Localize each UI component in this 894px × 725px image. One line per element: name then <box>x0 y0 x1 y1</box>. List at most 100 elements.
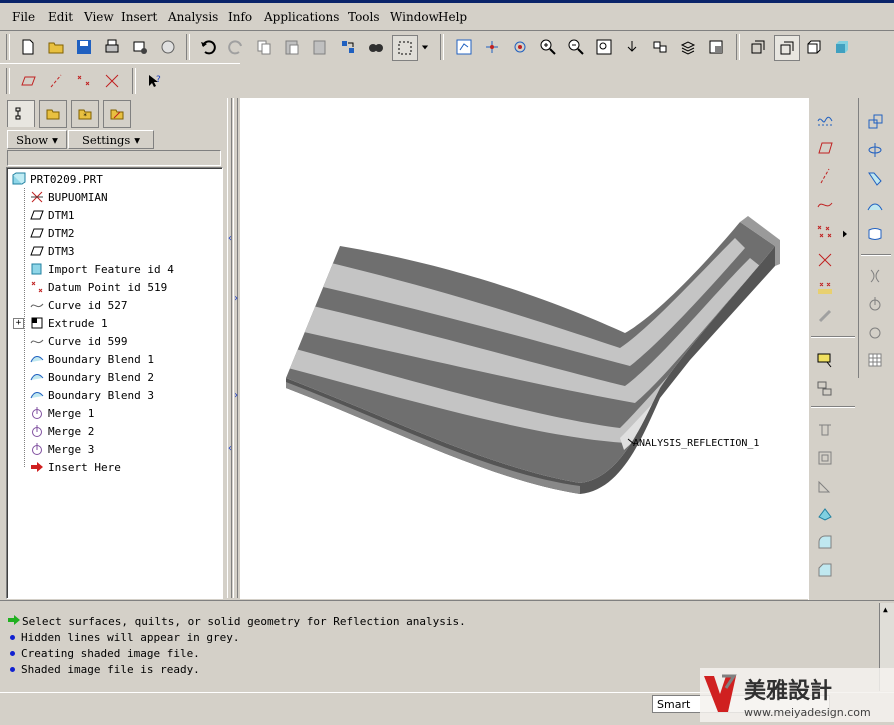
open-folder-icon[interactable] <box>44 35 68 59</box>
axis-display-icon[interactable] <box>44 69 68 93</box>
menu-tools[interactable]: Tools <box>348 10 380 24</box>
refit-icon[interactable] <box>592 35 616 59</box>
tree-node[interactable]: Curve id 527 <box>29 296 127 314</box>
revolve-icon[interactable] <box>863 138 887 162</box>
folder-browser-tab[interactable] <box>39 100 67 128</box>
tree-node[interactable]: Datum Point id 519 <box>29 278 167 296</box>
selection-box-icon[interactable] <box>392 35 418 61</box>
expand-right-icon[interactable]: › <box>233 390 239 401</box>
reorient-icon[interactable] <box>620 35 644 59</box>
spin-center-icon[interactable] <box>480 35 504 59</box>
find-icon[interactable] <box>364 35 388 59</box>
undo-icon[interactable] <box>196 35 220 59</box>
model-tree-tab[interactable] <box>7 100 35 127</box>
repaint-icon[interactable] <box>452 35 476 59</box>
menu-info[interactable]: Info <box>228 10 252 24</box>
tree-node[interactable]: DTM2 <box>29 224 75 242</box>
analysis-feature-icon[interactable] <box>813 276 837 300</box>
copy-icon[interactable] <box>252 35 276 59</box>
tree-root[interactable]: PRT0209.PRT <box>11 170 103 188</box>
merge-tool-icon[interactable] <box>863 292 887 316</box>
context-help-icon[interactable]: ? <box>142 69 166 93</box>
trim-icon[interactable] <box>863 264 887 288</box>
menu-help[interactable]: Help <box>438 10 467 24</box>
analysis-annotation[interactable]: ANALYSIS_REFLECTION_1 <box>633 438 759 449</box>
orient-mode-icon[interactable] <box>508 35 532 59</box>
rib-icon[interactable] <box>813 474 837 498</box>
menu-file[interactable]: File <box>12 10 35 24</box>
new-file-icon[interactable] <box>16 35 40 59</box>
no-hidden-icon[interactable] <box>802 35 826 59</box>
redo-icon[interactable] <box>224 35 248 59</box>
tree-node[interactable]: Insert Here <box>29 458 121 476</box>
hidden-line-icon[interactable] <box>774 35 800 61</box>
tree-node[interactable]: BUPUOMIAN <box>29 188 108 206</box>
tree-node[interactable]: DTM3 <box>29 242 75 260</box>
regenerate-icon[interactable] <box>336 35 360 59</box>
expand-plus-icon[interactable]: + <box>13 317 24 329</box>
menu-edit[interactable]: Edit <box>48 10 73 24</box>
tree-node[interactable]: Boundary Blend 3 <box>29 386 154 404</box>
send-link-icon[interactable] <box>156 35 180 59</box>
layers-icon[interactable] <box>676 35 700 59</box>
paste-icon[interactable] <box>280 35 304 59</box>
chevron-right-icon[interactable] <box>839 222 851 246</box>
round-icon[interactable] <box>813 530 837 554</box>
mirror-icon[interactable] <box>863 110 887 134</box>
collapse-left-icon[interactable]: ‹ <box>227 233 233 244</box>
table-icon[interactable] <box>863 348 887 372</box>
draft-icon[interactable] <box>813 502 837 526</box>
move-feature-icon[interactable] <box>813 376 837 400</box>
menu-analysis[interactable]: Analysis <box>168 10 218 24</box>
sketched-datum-curve-icon[interactable] <box>813 108 837 132</box>
tree-node[interactable]: Curve id 599 <box>29 332 127 350</box>
boundary-blend-tool-icon[interactable] <box>863 222 887 246</box>
menu-applications[interactable]: Applications <box>264 10 339 24</box>
point-display-icon[interactable] <box>72 69 96 93</box>
datum-axis-tool-icon[interactable] <box>813 164 837 188</box>
collapse-left-icon[interactable]: ‹ <box>227 443 233 454</box>
tree-node[interactable]: Boundary Blend 1 <box>29 350 154 368</box>
tree-node[interactable]: Merge 3 <box>29 440 94 458</box>
show-menu-button[interactable]: Show ▾ <box>7 130 67 149</box>
zoom-in-icon[interactable] <box>536 35 560 59</box>
tree-node[interactable]: Boundary Blend 2 <box>29 368 154 386</box>
extend-icon[interactable] <box>863 320 887 344</box>
print-icon[interactable] <box>100 35 124 59</box>
sweep-icon[interactable] <box>863 166 887 190</box>
connections-tab[interactable] <box>103 100 131 128</box>
shading-icon[interactable] <box>830 35 854 59</box>
tree-node[interactable]: + Extrude 1 <box>13 314 108 332</box>
favorites-tab[interactable]: * <box>71 100 99 128</box>
chevron-down-icon[interactable] <box>418 35 432 59</box>
csys-display-icon[interactable] <box>100 69 124 93</box>
shell-icon[interactable] <box>813 446 837 470</box>
panel-splitter[interactable]: ‹ › › ‹ <box>225 98 239 598</box>
send-mail-icon[interactable] <box>128 35 152 59</box>
save-icon[interactable] <box>72 35 96 59</box>
expand-right-icon[interactable]: › <box>233 293 239 304</box>
settings-menu-button[interactable]: Settings ▾ <box>68 130 154 149</box>
wireframe-icon[interactable] <box>746 35 770 59</box>
tree-node[interactable]: Import Feature id 4 <box>29 260 174 278</box>
tree-node[interactable]: DTM1 <box>29 206 75 224</box>
datum-plane-tool-icon[interactable] <box>813 136 837 160</box>
saved-views-icon[interactable] <box>648 35 672 59</box>
zoom-out-icon[interactable] <box>564 35 588 59</box>
datum-curve-tool-icon[interactable] <box>813 192 837 216</box>
menu-view[interactable]: View <box>84 10 114 24</box>
view-manager-icon[interactable] <box>704 35 728 59</box>
hole-icon[interactable] <box>813 418 837 442</box>
datum-point-tool-icon[interactable] <box>813 220 837 244</box>
note-icon[interactable] <box>813 348 837 372</box>
menu-insert[interactable]: Insert <box>121 10 157 24</box>
blend-icon[interactable] <box>863 194 887 218</box>
csys-tool-icon[interactable] <box>813 248 837 272</box>
tree-filter-field[interactable] <box>7 150 221 166</box>
graphics-window[interactable]: ANALYSIS_REFLECTION_1 <box>240 98 808 599</box>
chamfer-icon[interactable] <box>813 558 837 582</box>
copy-geometry-icon[interactable] <box>813 304 837 328</box>
datum-plane-display-icon[interactable] <box>16 69 40 93</box>
menu-window[interactable]: Window <box>390 10 439 24</box>
tree-node[interactable]: Merge 2 <box>29 422 94 440</box>
